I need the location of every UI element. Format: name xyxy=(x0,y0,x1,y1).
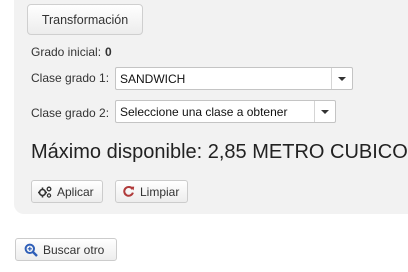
clase-grado-2-label: Clase grado 2: xyxy=(31,106,110,120)
clase-grado-2-value: Seleccione una clase a obtener xyxy=(120,104,288,119)
clase-grado-1-value: SANDWICH xyxy=(120,71,186,86)
limpiar-label: Limpiar xyxy=(140,184,180,199)
clase-grado-1-row: Clase grado 1: xyxy=(31,71,109,85)
clase-grado-1-label: Clase grado 1: xyxy=(31,71,110,85)
maximo-disponible: Máximo disponible: 2,85 METRO CUBICO xyxy=(31,141,408,163)
chevron-down-icon[interactable] xyxy=(314,101,335,122)
tab-label: Transformación xyxy=(41,12,129,27)
clase-grado-2-select[interactable]: Seleccione una clase a obtener xyxy=(115,100,336,123)
refresh-icon xyxy=(122,185,135,198)
buscar-otro-label: Buscar otro xyxy=(43,242,105,257)
clase-grado-1-select[interactable]: SANDWICH xyxy=(115,67,353,90)
aplicar-label: Aplicar xyxy=(57,184,94,199)
grado-inicial-value: 0 xyxy=(105,45,112,59)
clase-grado-2-row: Clase grado 2: xyxy=(31,106,109,120)
chevron-down-icon[interactable] xyxy=(331,68,352,89)
gears-icon xyxy=(38,186,52,198)
grado-inicial-label: Grado inicial: xyxy=(31,45,102,59)
aplicar-button[interactable]: Aplicar xyxy=(31,180,103,203)
grado-inicial-row: Grado inicial: 0 xyxy=(31,45,112,59)
search-icon xyxy=(24,243,38,257)
limpiar-button[interactable]: Limpiar xyxy=(115,180,189,203)
buscar-otro-button[interactable]: Buscar otro xyxy=(15,238,118,261)
tab-transformacion[interactable]: Transformación xyxy=(27,4,143,35)
